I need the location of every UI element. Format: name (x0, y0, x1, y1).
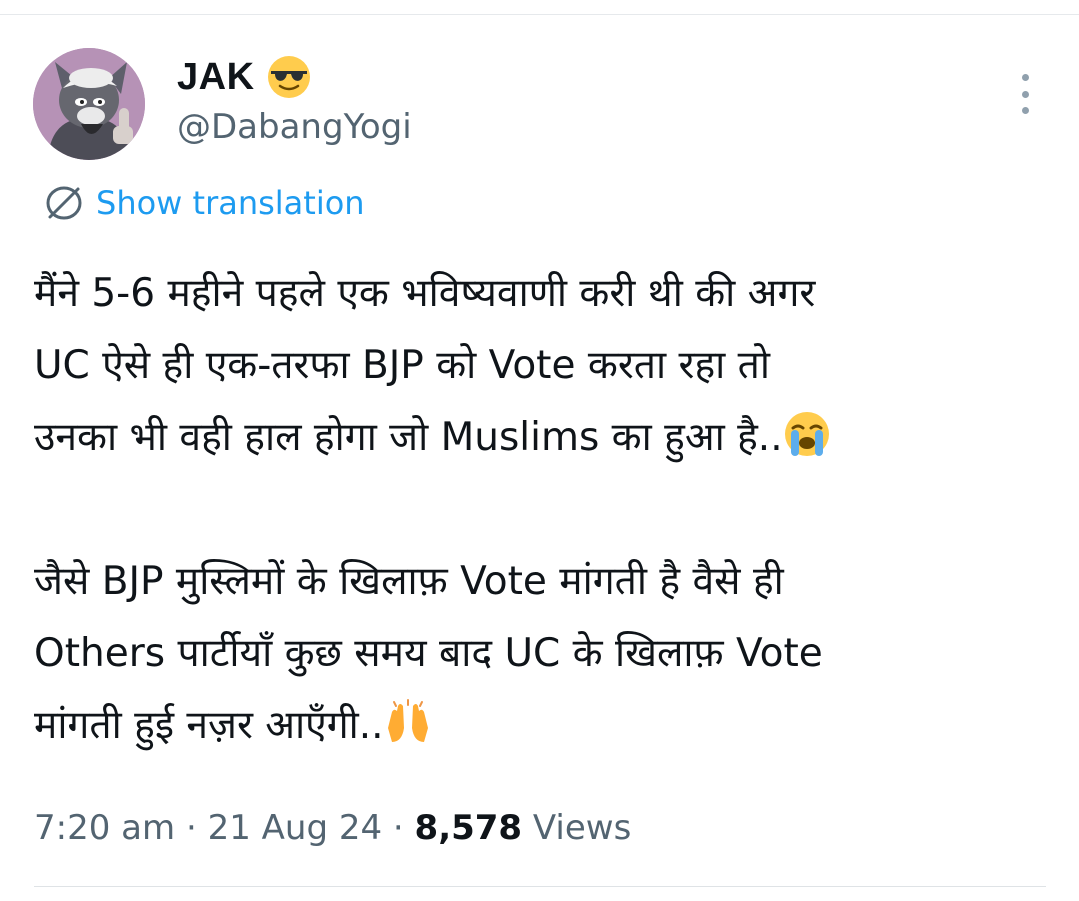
avatar[interactable] (33, 48, 145, 160)
globe-slash-icon (44, 183, 84, 223)
more-options-button[interactable] (1008, 72, 1042, 116)
loudly-crying-emoji-icon (783, 410, 831, 458)
tweet-text: मैंने 5-6 महीने पहले एक भविष्यवाणी करी थ… (34, 258, 1044, 762)
display-name-text: JAK (177, 55, 255, 98)
more-dot-icon (1021, 107, 1029, 114)
show-translation-link[interactable]: Show translation (96, 184, 365, 222)
sunglasses-emoji-icon (267, 55, 311, 99)
tweet-paragraph-1: मैंने 5-6 महीने पहले एक भविष्यवाणी करी थ… (34, 271, 816, 460)
more-dot-icon (1021, 74, 1029, 81)
top-divider (0, 14, 1079, 15)
views-label: Views (532, 808, 632, 848)
tweet-meta: 7:20 am · 21 Aug 24 · 8,578 Views (34, 808, 631, 848)
more-dot-icon (1021, 90, 1029, 98)
tweet-date[interactable]: 21 Aug 24 (208, 808, 383, 848)
meta-separator: · (392, 808, 404, 848)
author-display-name[interactable]: JAK (177, 55, 311, 99)
tweet-time[interactable]: 7:20 am (34, 808, 175, 848)
bottom-divider (34, 886, 1046, 887)
avatar-cat-image (33, 48, 145, 160)
meta-separator: · (185, 808, 197, 848)
views-count[interactable]: 8,578 (415, 808, 523, 848)
raising-hands-emoji-icon (384, 698, 432, 746)
author-handle[interactable]: @DabangYogi (177, 107, 412, 147)
show-translation-row[interactable]: Show translation (44, 183, 365, 223)
